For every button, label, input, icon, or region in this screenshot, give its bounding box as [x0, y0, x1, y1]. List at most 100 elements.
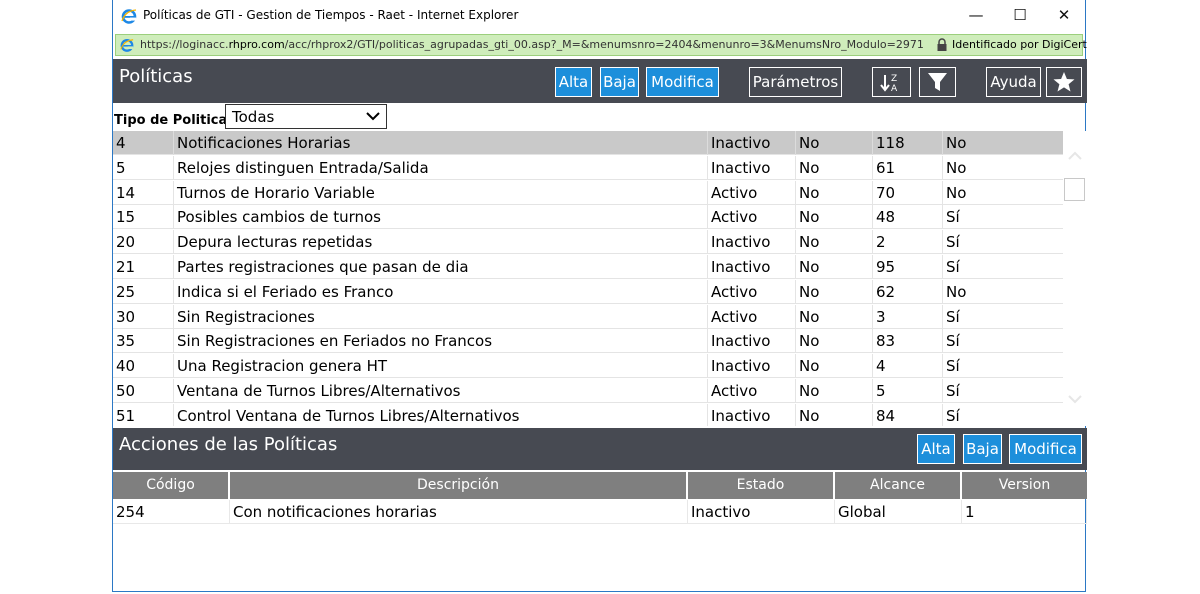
cell-id: 5: [116, 158, 126, 177]
cell-option: Sí: [942, 379, 1063, 403]
cell-count: 62: [872, 279, 942, 304]
policy-type-select[interactable]: Todas: [225, 104, 387, 129]
column-header-estado[interactable]: Estado: [688, 472, 835, 499]
table-row[interactable]: 5 Relojes distinguen Entrada/Salida Inacti…: [113, 155, 1063, 180]
svg-text:Z: Z: [891, 74, 897, 84]
cell-count: 61: [872, 155, 942, 180]
cell-flag: No: [795, 354, 872, 379]
url-path: /acc/rhprox2/GTI/politicas_agrupadas_gti…: [284, 38, 924, 51]
column-header-descripcion[interactable]: Descripción: [230, 472, 688, 499]
cell-estado: Activo: [707, 379, 795, 403]
scrollbar-thumb[interactable]: [1064, 178, 1085, 201]
cell-flag: No: [795, 379, 872, 403]
table-row[interactable]: 14 Turnos de Horario Variable Activo No 70 No: [113, 180, 1063, 205]
cell-count: 4: [872, 354, 942, 379]
actions-baja-button[interactable]: Baja: [963, 434, 1002, 464]
filter-icon: [928, 73, 947, 91]
cell-count: 3: [872, 304, 942, 329]
lock-icon: [937, 38, 947, 51]
cell-id: 4: [116, 134, 126, 152]
table-row[interactable]: 254 Con notificaciones horarias Inactivo…: [113, 500, 1087, 524]
url-domain: rhpro.com: [228, 38, 285, 51]
column-header-codigo[interactable]: Código: [113, 472, 230, 499]
actions-header: Acciones de las Políticas Alta Baja Modi…: [113, 428, 1087, 470]
parametros-button[interactable]: Parámetros: [749, 67, 842, 97]
table-row[interactable]: 30 Sin Registraciones Activo No 3 Sí: [113, 304, 1063, 329]
cell-name: Control Ventana de Turnos Libres/Alterna…: [173, 403, 707, 426]
cell-flag: No: [795, 279, 872, 304]
filter-label: Tipo de Politica:: [114, 113, 233, 128]
favorite-button[interactable]: [1046, 67, 1082, 97]
cell-count: 83: [872, 329, 942, 354]
cell-option: Sí: [942, 329, 1063, 354]
baja-button[interactable]: Baja: [600, 67, 639, 97]
cell-descripcion: Con notificaciones horarias: [230, 500, 688, 524]
table-row[interactable]: 40 Una Registracion genera HT Inactivo No 4 S…: [113, 354, 1063, 379]
cell-option: Sí: [942, 230, 1063, 255]
cell-count: 70: [872, 180, 942, 205]
policies-table: 4 Notificaciones Horarias Inactivo No 118 No 5…: [113, 131, 1063, 426]
cell-name: Partes registraciones que pasan de dia: [173, 255, 707, 279]
sort-az-icon: Z A: [880, 74, 898, 94]
actions-alta-button[interactable]: Alta: [917, 434, 955, 464]
cell-flag: No: [795, 180, 872, 205]
cell-option: No: [942, 155, 1063, 180]
table-row[interactable]: 50 Ventana de Turnos Libres/Alternativos A…: [113, 379, 1063, 403]
chevron-up-icon[interactable]: [1068, 151, 1082, 161]
table-row[interactable]: 4 Notificaciones Horarias Inactivo No 118 No: [113, 131, 1063, 155]
cell-estado: Activo: [707, 279, 795, 304]
cell-id: 30: [116, 307, 136, 326]
cell-name: Ventana de Turnos Libres/Alternativos: [173, 379, 707, 403]
table-row[interactable]: 35 Sin Registraciones en Feriados no Fran…: [113, 329, 1063, 354]
cell-count: 118: [872, 131, 942, 155]
modifica-button[interactable]: Modifica: [646, 67, 719, 97]
window-title: Políticas de GTI - Gestion de Tiempos - …: [143, 8, 519, 22]
star-icon: [1053, 72, 1075, 92]
cell-estado: Inactivo: [707, 329, 795, 354]
cell-name: Relojes distinguen Entrada/Salida: [173, 155, 707, 180]
cell-flag: No: [795, 403, 872, 426]
cell-id: 50: [116, 382, 136, 400]
cell-option: No: [942, 180, 1063, 205]
cell-option: Sí: [942, 255, 1063, 279]
actions-table-header: Código Descripción Estado Alcance Versio…: [113, 472, 1087, 499]
cell-id: 35: [116, 332, 136, 351]
cell-option: Sí: [942, 205, 1063, 230]
cell-option: Sí: [942, 304, 1063, 329]
cell-version: 1: [962, 500, 1087, 524]
ayuda-button[interactable]: Ayuda: [986, 67, 1041, 97]
actions-modifica-button[interactable]: Modifica: [1009, 434, 1082, 464]
maximize-button[interactable]: ☐: [1000, 4, 1040, 26]
address-bar[interactable]: https://loginacc.rhpro.com/acc/rhprox2/G…: [115, 34, 1087, 56]
minimize-button[interactable]: —: [956, 4, 996, 26]
table-row[interactable]: 25 Indica si el Feriado es Franco Activo No…: [113, 279, 1063, 304]
filter-button[interactable]: [919, 67, 956, 97]
sort-button[interactable]: Z A: [872, 67, 911, 97]
actions-title: Acciones de las Políticas: [119, 434, 338, 455]
policy-type-filter: Tipo de Politica: Todas: [113, 104, 1087, 130]
close-button[interactable]: ✕: [1044, 4, 1084, 26]
column-header-alcance[interactable]: Alcance: [835, 472, 962, 499]
cell-count: 95: [872, 255, 942, 279]
certificate-text[interactable]: Identificado por DigiCert: [952, 38, 1087, 51]
cell-name: Indica si el Feriado es Franco: [173, 279, 707, 304]
cell-estado: Inactivo: [707, 230, 795, 255]
cell-estado: Activo: [707, 205, 795, 230]
table-row[interactable]: 51 Control Ventana de Turnos Libres/Alter…: [113, 403, 1063, 426]
chevron-down-icon: [366, 112, 380, 121]
cell-flag: No: [795, 131, 872, 155]
browser-window: Políticas de GTI - Gestion de Tiempos - …: [112, 0, 1087, 592]
alta-button[interactable]: Alta: [555, 67, 592, 97]
table-row[interactable]: 20 Depura lecturas repetidas Inactivo No 2 Sí: [113, 230, 1063, 255]
policies-scrollbar[interactable]: [1064, 131, 1086, 426]
cell-count: 48: [872, 205, 942, 230]
cell-id: 15: [116, 208, 136, 227]
chevron-down-icon[interactable]: [1068, 394, 1082, 404]
column-header-version[interactable]: Version: [962, 472, 1087, 499]
select-value: Todas: [232, 108, 275, 126]
cell-flag: No: [795, 155, 872, 180]
url-text[interactable]: https://loginacc.rhpro.com/acc/rhprox2/G…: [140, 38, 924, 51]
cell-id: 40: [116, 357, 136, 376]
table-row[interactable]: 21 Partes registraciones que pasan de dia…: [113, 255, 1063, 279]
table-row[interactable]: 15 Posibles cambios de turnos Activo No 48 Sí: [113, 205, 1063, 230]
